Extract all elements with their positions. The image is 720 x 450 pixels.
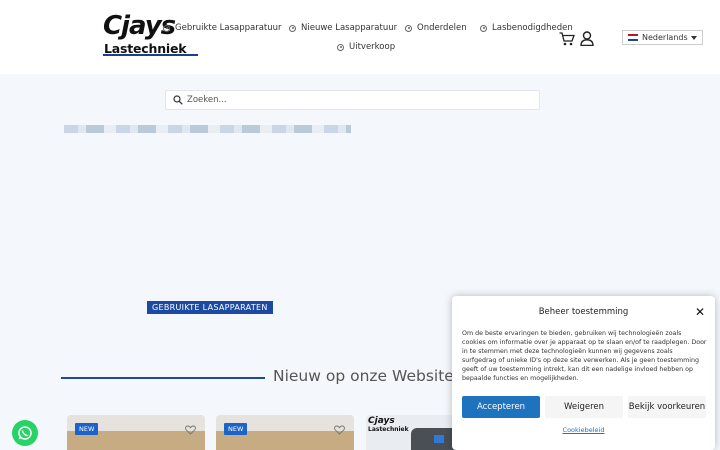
product-image-detail (434, 435, 444, 443)
cart-icon[interactable] (559, 32, 575, 46)
nav-label: Uitverkoop (349, 42, 396, 52)
nav-label: Gebruikte Lasapparatuur (175, 23, 282, 33)
circle-icon (289, 24, 296, 32)
whatsapp-icon (18, 426, 32, 440)
card-logo-subtext: Lastechniek (368, 426, 409, 433)
logo-underline (103, 54, 198, 56)
circle-icon (480, 24, 487, 32)
new-badge: NEW (75, 423, 99, 435)
nav-label: Nieuwe Lasapparatuur (301, 23, 398, 33)
search-bar (165, 90, 540, 110)
close-icon[interactable]: ✕ (695, 305, 705, 319)
language-label: Nederlands (642, 33, 688, 42)
search-icon (173, 95, 183, 105)
hero-image (64, 125, 351, 133)
circle-icon (405, 24, 412, 32)
section-title: Nieuw op onze Website (273, 367, 454, 385)
circle-icon (163, 24, 170, 32)
heart-icon[interactable] (185, 425, 196, 435)
whatsapp-button[interactable] (12, 420, 38, 446)
preferences-button[interactable]: Bekijk voorkeuren (628, 396, 706, 418)
language-selector[interactable]: Nederlands (622, 30, 703, 45)
flag-nl-icon (628, 34, 638, 41)
cookie-text: Om de beste ervaringen te bieden, gebrui… (462, 330, 707, 382)
site-header: Cjays Lastechniek Gebruikte Lasapparatuu… (0, 0, 720, 74)
product-card[interactable]: NEW (216, 415, 354, 450)
cookie-policy-link[interactable]: Cookiebeleid (452, 426, 715, 434)
nav-item-uitverkoop[interactable]: Uitverkoop (337, 42, 395, 52)
nav-label: Onderdelen (417, 23, 467, 33)
cookie-consent-dialog: Beheer toestemming ✕ Om de beste ervarin… (452, 296, 715, 450)
hero-category-badge[interactable]: GEBRUIKTE LASAPPARATEN (147, 301, 273, 314)
deny-button[interactable]: Weigeren (545, 396, 623, 418)
product-card[interactable]: NEW (67, 415, 205, 450)
nav-item-gebruikte-lasapparatuur[interactable]: Gebruikte Lasapparatuur (163, 23, 282, 33)
circle-icon (337, 43, 344, 51)
search-input[interactable] (187, 95, 517, 105)
nav-item-nieuwe-lasapparatuur[interactable]: Nieuwe Lasapparatuur (289, 23, 397, 33)
cookie-title: Beheer toestemming (538, 307, 629, 317)
section-divider (61, 377, 265, 379)
user-icon[interactable] (580, 31, 594, 46)
new-badge: NEW (224, 423, 248, 435)
chevron-down-icon (691, 36, 697, 40)
nav-item-onderdelen[interactable]: Onderdelen (405, 23, 467, 33)
accept-button[interactable]: Accepteren (462, 396, 540, 418)
card-logo-text: Cjays (368, 416, 395, 426)
heart-icon[interactable] (334, 425, 345, 435)
